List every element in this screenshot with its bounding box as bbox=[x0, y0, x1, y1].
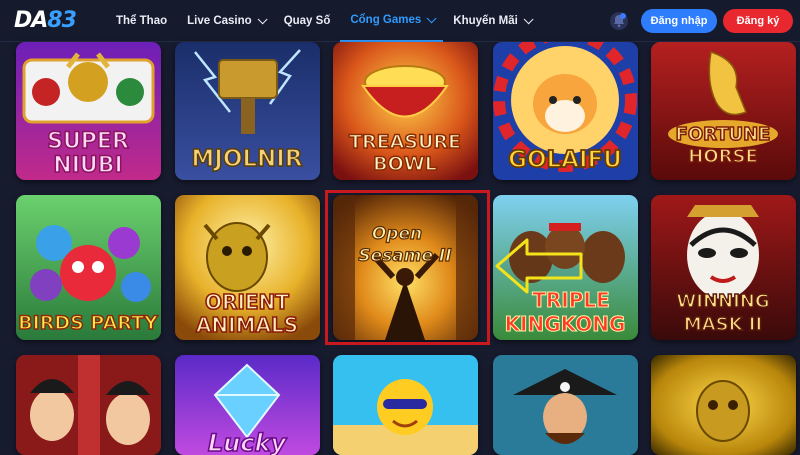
game-title: MASK II bbox=[684, 314, 762, 335]
site-logo[interactable]: DA83 bbox=[14, 8, 77, 33]
login-button[interactable]: Đăng nhập bbox=[641, 9, 717, 33]
game-title: TREASURE bbox=[349, 131, 461, 153]
main-nav: Thể Thao Live Casino Quay Số Cổng Games … bbox=[106, 0, 540, 42]
register-button[interactable]: Đăng ký bbox=[723, 9, 793, 33]
game-title: ORIENT bbox=[205, 290, 289, 314]
chevron-down-icon bbox=[257, 13, 268, 24]
game-card-mjolnir[interactable]: MJOLNIR bbox=[175, 42, 320, 180]
game-card-golaifu[interactable]: GOLAIFU bbox=[493, 42, 638, 180]
game-card-row3-5[interactable] bbox=[651, 355, 796, 455]
game-title: SUPER bbox=[47, 129, 129, 154]
game-title: BIRDS PARTY bbox=[18, 312, 158, 334]
game-card-birds-party[interactable]: BIRDS PARTY bbox=[16, 195, 161, 340]
nav-label: Khuyến Mãi bbox=[453, 15, 518, 27]
nav-item-the-thao[interactable]: Thể Thao bbox=[106, 0, 177, 42]
top-navigation-bar: DA83 Thể Thao Live Casino Quay Số Cổng G… bbox=[0, 0, 800, 42]
game-card-fortune-horse[interactable]: FORTUNE HORSE bbox=[651, 42, 796, 180]
game-title: ANIMALS bbox=[196, 313, 298, 337]
game-card-row3-3[interactable] bbox=[333, 355, 478, 455]
game-title: GOLAIFU bbox=[508, 147, 622, 173]
game-title: FORTUNE bbox=[676, 124, 771, 145]
game-card-super-niubi[interactable]: SUPER NIUBI bbox=[16, 42, 161, 180]
game-title: MJOLNIR bbox=[191, 146, 302, 172]
chevron-down-icon bbox=[426, 12, 437, 23]
selection-highlight-box bbox=[325, 190, 490, 345]
game-title: BOWL bbox=[373, 153, 437, 175]
arrow-left-icon bbox=[495, 238, 583, 294]
game-title: HORSE bbox=[688, 146, 758, 167]
nav-item-khuyen-mai[interactable]: Khuyến Mãi bbox=[443, 0, 540, 42]
game-card-winning-mask-ii[interactable]: WINNING MASK II bbox=[651, 195, 796, 340]
nav-item-cong-games[interactable]: Cổng Games bbox=[340, 0, 444, 42]
nav-item-quay-so[interactable]: Quay Số bbox=[274, 0, 341, 42]
logo-number: 83 bbox=[47, 8, 77, 33]
game-card-row3-1[interactable] bbox=[16, 355, 161, 455]
nav-item-live-casino[interactable]: Live Casino bbox=[177, 0, 274, 42]
game-title: Lucky bbox=[208, 429, 288, 455]
logo-text: DA bbox=[14, 8, 48, 33]
game-title: WINNING bbox=[676, 291, 769, 312]
game-title: NIUBI bbox=[53, 153, 122, 178]
nav-label: Quay Số bbox=[283, 15, 331, 27]
chevron-down-icon bbox=[523, 13, 534, 24]
game-title: KINGKONG bbox=[505, 312, 626, 336]
bell-icon[interactable] bbox=[609, 11, 629, 31]
game-card-orient-animals[interactable]: ORIENT ANIMALS bbox=[175, 195, 320, 340]
nav-label: Cổng Games bbox=[350, 14, 422, 26]
game-card-lucky[interactable]: Lucky bbox=[175, 355, 320, 455]
nav-label: Live Casino bbox=[187, 15, 252, 27]
game-card-row3-4[interactable] bbox=[493, 355, 638, 455]
nav-label: Thể Thao bbox=[116, 15, 168, 27]
game-card-treasure-bowl[interactable]: TREASURE BOWL bbox=[333, 42, 478, 180]
